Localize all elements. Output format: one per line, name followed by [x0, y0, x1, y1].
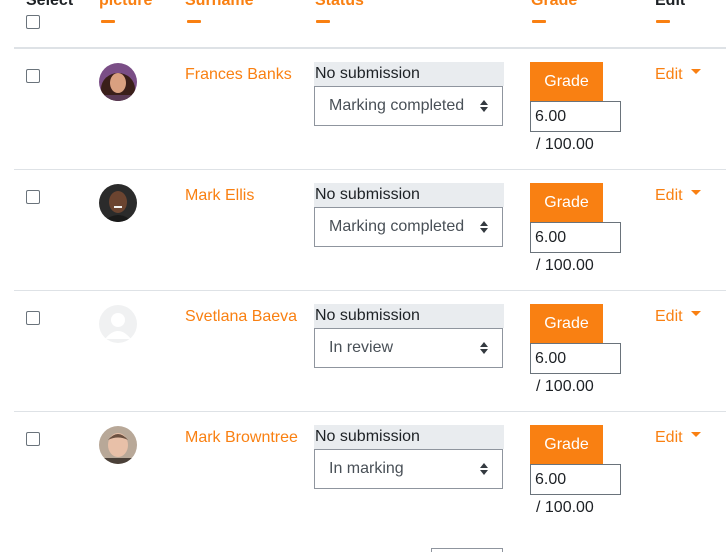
select-all-checkbox[interactable]	[26, 15, 40, 29]
table-row: Mark Ellis No submission Marking complet…	[0, 170, 726, 291]
row-select-checkbox[interactable]	[26, 190, 40, 204]
sort-dash-icon	[316, 20, 330, 23]
grade-input[interactable]: 6.00	[530, 464, 621, 495]
edit-menu[interactable]: Edit	[655, 426, 701, 450]
caret-down-icon	[690, 311, 701, 317]
student-name-link[interactable]: Frances Banks	[185, 63, 300, 87]
grade-button[interactable]: Grade	[530, 304, 603, 343]
table-row: Svetlana Baeva No submission In review G…	[0, 291, 726, 412]
user-avatar[interactable]	[99, 184, 137, 222]
grade-max: / 100.00	[536, 499, 594, 516]
table-row: Frances Banks No submission Marking comp…	[0, 49, 726, 170]
grade-button[interactable]: Grade	[530, 425, 603, 464]
grade-input[interactable]: 6.00	[530, 222, 621, 253]
marking-workflow-value: In marking	[329, 460, 404, 477]
edit-menu[interactable]: Edit	[655, 305, 701, 329]
select-arrows-icon	[480, 342, 488, 354]
header-grade[interactable]: Grade	[531, 0, 577, 10]
sort-dash-icon	[532, 20, 546, 23]
row-select-checkbox[interactable]	[26, 69, 40, 83]
sort-dash-icon	[656, 20, 670, 23]
edit-label: Edit	[655, 308, 683, 325]
marking-workflow-select[interactable]: Marking completed	[314, 207, 503, 247]
edit-label: Edit	[655, 66, 683, 83]
select-arrows-icon	[480, 221, 488, 233]
table-header: Select picture Surname Status Grade Edit	[0, 0, 726, 49]
marking-workflow-value: Marking completed	[329, 97, 465, 114]
grade-max: / 100.00	[536, 378, 594, 395]
grade-max: / 100.00	[536, 257, 594, 274]
grade-input[interactable]: 6.00	[530, 343, 621, 374]
header-surname[interactable]: Surname	[185, 0, 253, 10]
table-row: Mark Browntree No submission In marking …	[0, 412, 726, 533]
edit-menu[interactable]: Edit	[655, 184, 701, 208]
marking-workflow-select[interactable]: Marking completed	[314, 86, 503, 126]
caret-down-icon	[690, 69, 701, 75]
row-select-checkbox[interactable]	[26, 311, 40, 325]
select-arrows-icon	[480, 100, 488, 112]
header-select: Select	[26, 0, 74, 9]
submission-status: No submission	[314, 304, 504, 328]
sort-dash-icon	[101, 20, 115, 23]
marking-workflow-select[interactable]: In review	[314, 328, 503, 368]
edit-menu[interactable]: Edit	[655, 63, 701, 87]
caret-down-icon	[690, 432, 701, 438]
header-edit: Edit	[655, 0, 686, 9]
select-arrows-icon	[480, 463, 488, 475]
submission-status: No submission	[314, 183, 504, 207]
student-name-link[interactable]: Svetlana Baeva	[185, 305, 300, 329]
student-name-link[interactable]: Mark Ellis	[185, 184, 300, 208]
user-avatar[interactable]	[99, 426, 137, 464]
marking-workflow-value: In review	[329, 339, 394, 356]
partial-select-control[interactable]	[431, 548, 503, 552]
edit-label: Edit	[655, 187, 683, 204]
header-status[interactable]: Status	[315, 0, 364, 10]
grade-button[interactable]: Grade	[530, 183, 603, 222]
marking-workflow-value: Marking completed	[329, 218, 465, 235]
grade-button[interactable]: Grade	[530, 62, 603, 101]
sort-dash-icon	[187, 20, 201, 23]
submission-status: No submission	[314, 425, 504, 449]
grading-table: Select picture Surname Status Grade Edit…	[0, 0, 726, 552]
user-avatar[interactable]	[99, 305, 137, 343]
header-picture[interactable]: picture	[99, 0, 152, 10]
grade-input[interactable]: 6.00	[530, 101, 621, 132]
edit-label: Edit	[655, 429, 683, 446]
user-avatar[interactable]	[99, 63, 137, 101]
row-select-checkbox[interactable]	[26, 432, 40, 446]
caret-down-icon	[690, 190, 701, 196]
submission-status: No submission	[314, 62, 504, 86]
marking-workflow-select[interactable]: In marking	[314, 449, 503, 489]
student-name-link[interactable]: Mark Browntree	[185, 426, 300, 450]
grade-max: / 100.00	[536, 136, 594, 153]
